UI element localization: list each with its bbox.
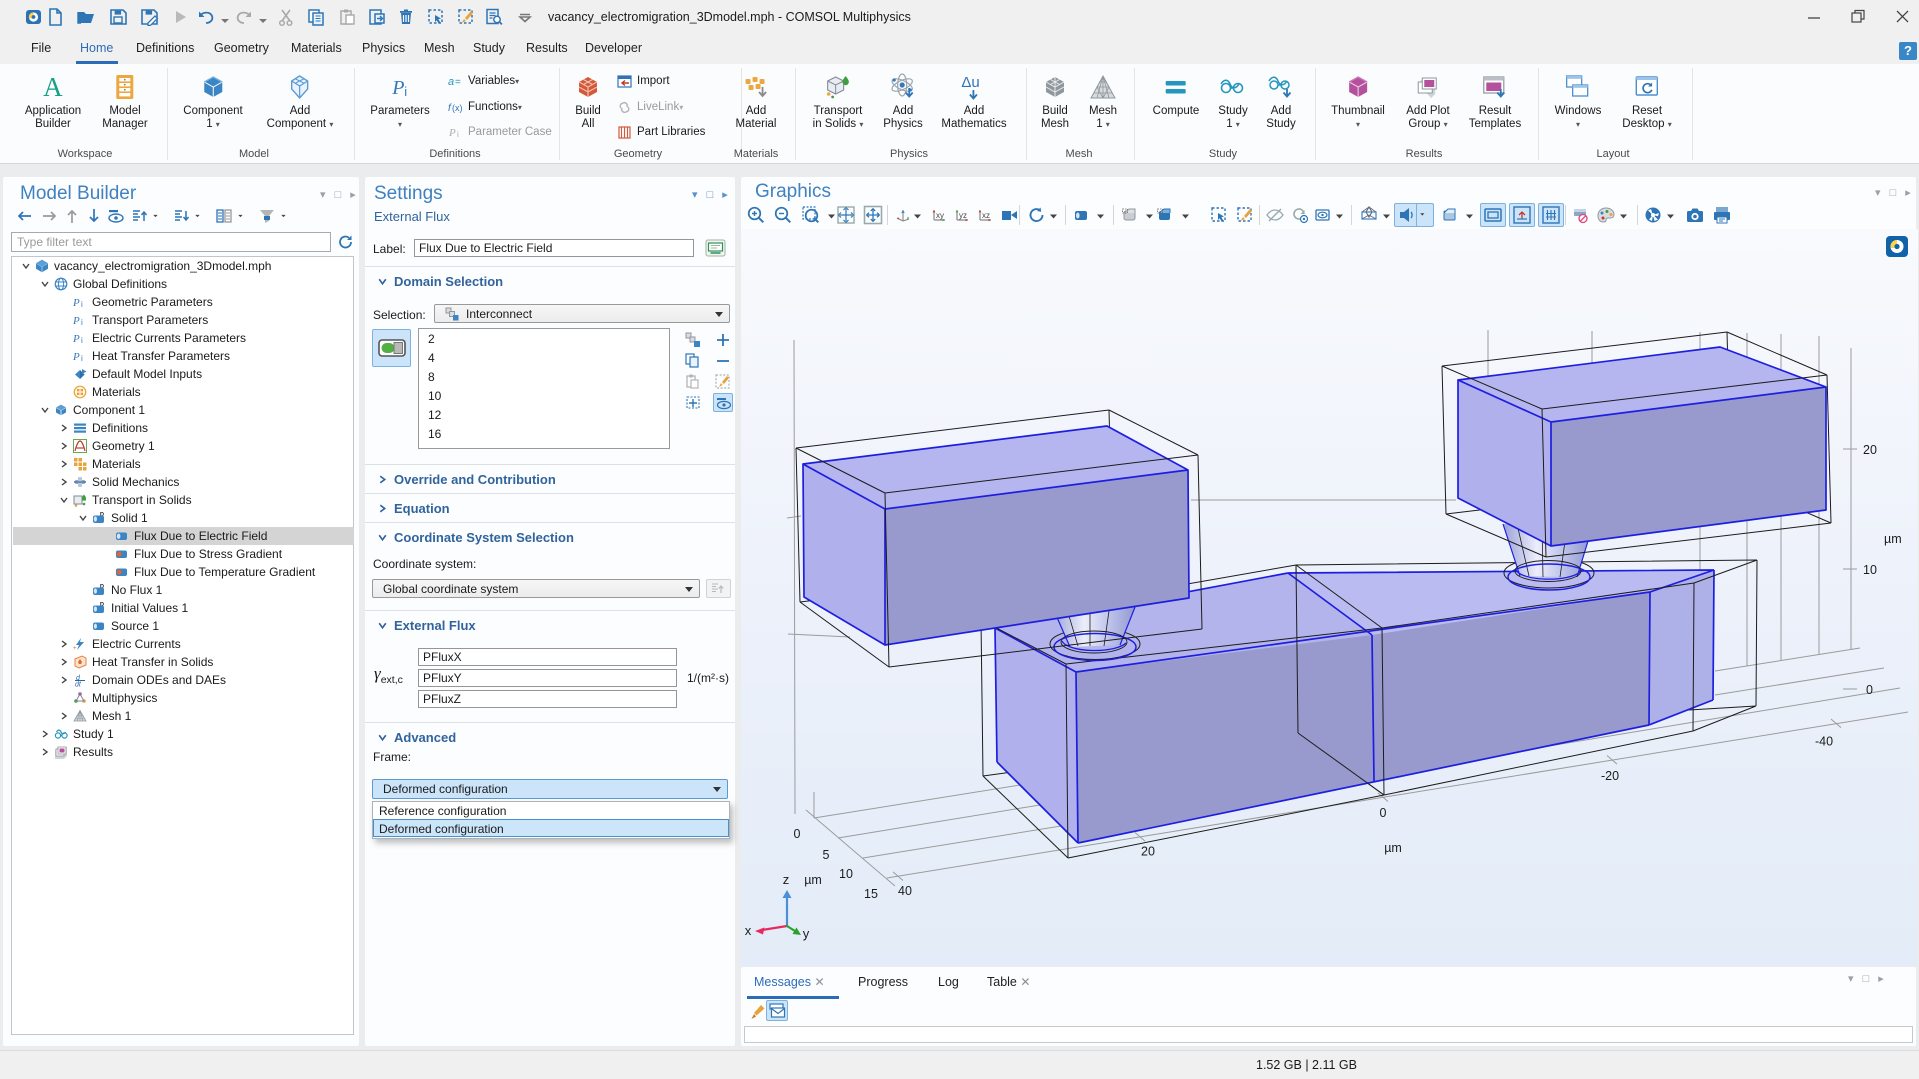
svg-text:Δu: Δu xyxy=(961,74,979,91)
svg-text:P: P xyxy=(73,351,80,363)
svg-text:i: i xyxy=(404,84,407,99)
svg-text:=: = xyxy=(455,77,461,88)
svg-text:20: 20 xyxy=(1863,443,1877,457)
svg-text:z: z xyxy=(783,872,790,887)
svg-text:µm: µm xyxy=(1884,532,1902,546)
svg-text:10: 10 xyxy=(1863,563,1877,577)
svg-text:+: + xyxy=(73,646,77,651)
svg-text:µm: µm xyxy=(1384,841,1402,855)
svg-text:20: 20 xyxy=(1141,844,1155,858)
svg-text:0: 0 xyxy=(794,827,801,841)
svg-text:a: a xyxy=(448,76,454,88)
svg-text:40: 40 xyxy=(898,884,912,898)
svg-text:_: _ xyxy=(81,645,86,651)
svg-text:P: P xyxy=(448,127,456,139)
svg-text:10: 10 xyxy=(839,867,853,881)
svg-text:P: P xyxy=(391,77,404,99)
svg-text:(x): (x) xyxy=(452,103,463,113)
svg-text:0: 0 xyxy=(1866,683,1873,697)
svg-text:15: 15 xyxy=(864,887,878,901)
svg-text:x: x xyxy=(745,923,752,938)
svg-text:xy: xy xyxy=(936,211,944,220)
svg-text:P: P xyxy=(73,315,80,327)
svg-text:i: i xyxy=(457,130,459,139)
svg-text:P: P xyxy=(73,297,80,309)
svg-text:A: A xyxy=(43,72,63,102)
svg-text:i: i xyxy=(81,336,83,345)
svg-text:i: i xyxy=(81,300,83,309)
svg-text:µm: µm xyxy=(804,873,822,887)
svg-text:5: 5 xyxy=(823,848,830,862)
svg-text:P: P xyxy=(73,333,80,345)
svg-text:dt: dt xyxy=(75,682,82,688)
svg-text:-20: -20 xyxy=(1601,769,1619,783)
svg-text:y: y xyxy=(803,926,810,941)
svg-text:yz: yz xyxy=(959,211,967,220)
svg-text:0: 0 xyxy=(1380,806,1387,820)
svg-text:xz: xz xyxy=(982,211,990,220)
svg-text:-40: -40 xyxy=(1815,734,1833,748)
svg-text:i: i xyxy=(81,354,83,363)
svg-text:i: i xyxy=(81,318,83,327)
